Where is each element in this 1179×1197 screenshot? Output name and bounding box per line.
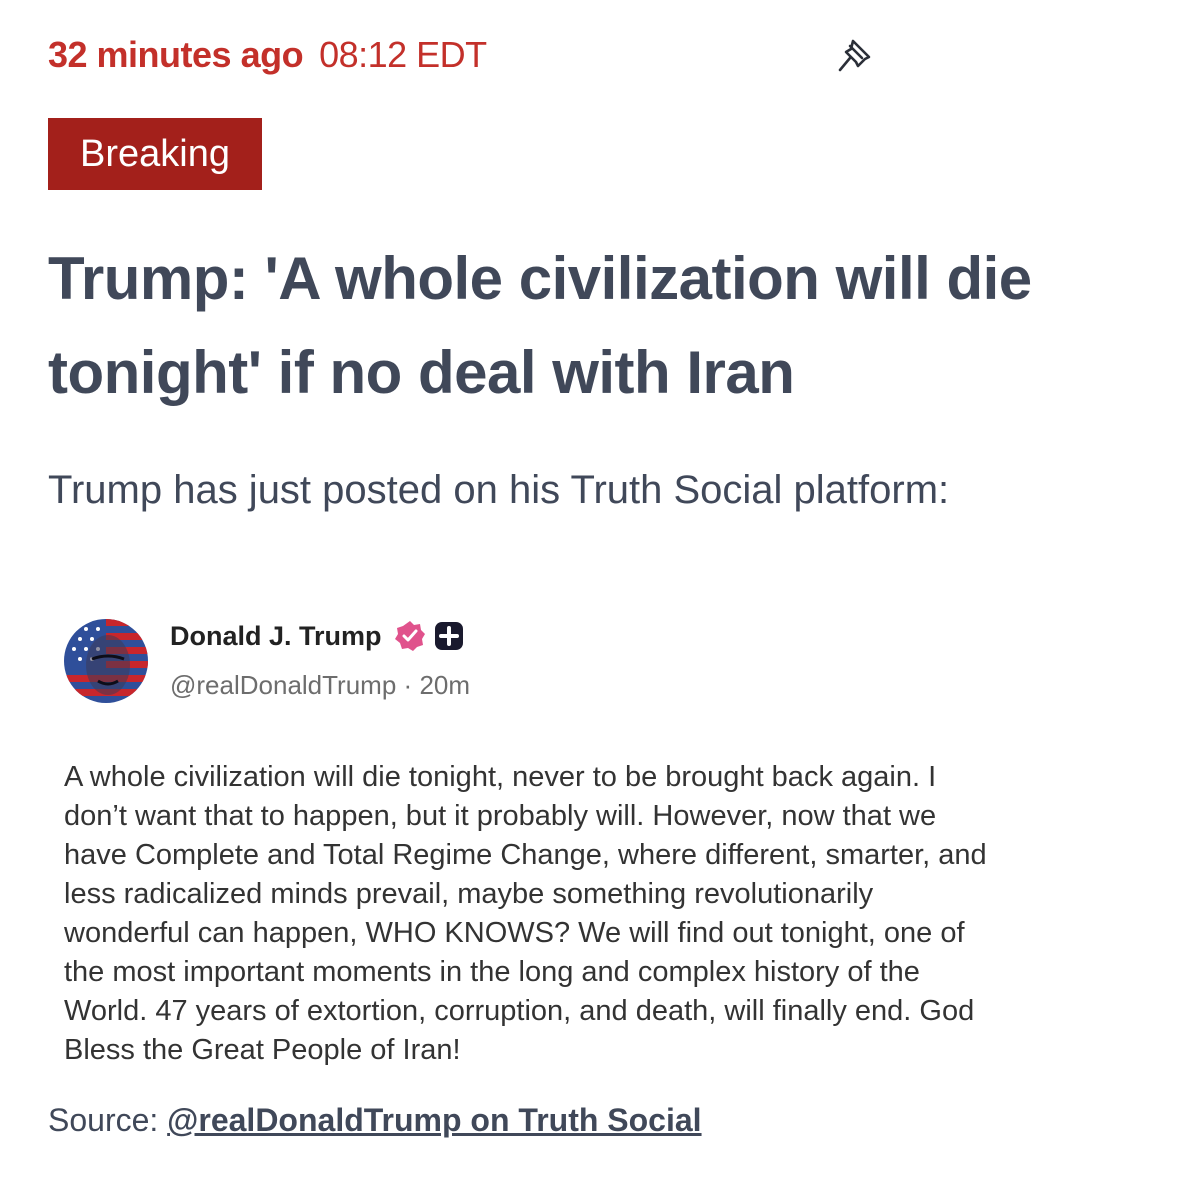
post-author[interactable]: Donald J. Trump [170,620,464,652]
source-line: Source: @realDonaldTrump on Truth Social [48,1102,702,1139]
author-handle[interactable]: @realDonaldTrump [170,670,396,700]
post-body: A whole civilization will die tonight, n… [64,758,1124,1070]
post-line: A whole civilization will die tonight, n… [64,761,937,793]
post-line: World. 47 years of extortion, corruption… [64,995,975,1027]
author-name[interactable]: Donald J. Trump [170,621,382,652]
verified-badge-icon [394,621,425,651]
timestamp: 08:12 EDT [319,34,487,75]
post-line: have Complete and Total Regime Change, w… [64,839,987,871]
post-line: the most important moments in the long a… [64,956,920,988]
post-age: 20m [419,670,471,700]
source-label: Source: [48,1102,159,1138]
post-line: less radicalized minds prevail, maybe so… [64,878,874,910]
post-line: wonderful can happen, WHO KNOWS? We will… [64,917,965,949]
source-link[interactable]: @realDonaldTrump on Truth Social [167,1102,701,1138]
breaking-badge: Breaking [48,118,262,190]
avatar[interactable] [64,619,148,703]
plus-icon [434,622,463,650]
separator: · [403,670,413,700]
headline: Trump: 'A whole civilization will die to… [48,245,1032,406]
pushpin-icon[interactable] [834,32,878,76]
post-meta: 32 minutes ago 08:12 EDT [48,30,1131,80]
post-line: Bless the Great People of Iran! [64,1034,461,1066]
post-line: don’t want that to happen, but it probab… [64,800,937,832]
intro-text: Trump has just posted on his Truth Socia… [48,468,950,512]
post-handle-row: @realDonaldTrump · 20m [170,670,470,701]
time-ago: 32 minutes ago [48,34,304,75]
